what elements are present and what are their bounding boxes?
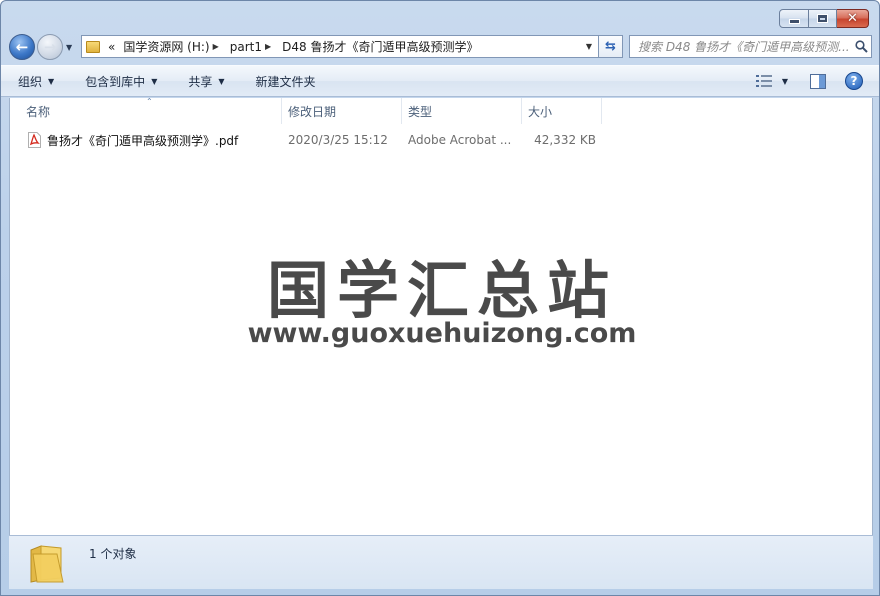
chevron-down-icon: ▼ <box>48 76 55 86</box>
folder-icon <box>86 40 100 53</box>
breadcrumb-label: D48 鲁扬才《奇门遁甲高级预测学》 <box>282 40 479 54</box>
column-header-type[interactable]: 类型 <box>402 98 522 124</box>
breadcrumb-current-folder[interactable]: D48 鲁扬才《奇门遁甲高级预测学》 <box>278 36 482 57</box>
maximize-button[interactable] <box>809 9 837 28</box>
address-history-dropdown[interactable]: ▼ <box>580 42 598 51</box>
back-arrow-icon: ← <box>15 38 29 56</box>
details-pane: 1 个对象 <box>9 535 873 589</box>
breadcrumb-drive[interactable]: 国学资源网 (H:) ▶ <box>119 36 225 57</box>
share-label: 共享 <box>188 74 213 89</box>
search-icon[interactable] <box>851 40 871 53</box>
details-view-icon <box>756 75 772 87</box>
close-button[interactable]: ✕ <box>837 9 869 28</box>
file-date-cell: 2020/3/25 15:12 <box>288 133 388 147</box>
file-name-cell[interactable]: 鲁扬才《奇门遁甲高级预测学》.pdf <box>10 132 282 149</box>
chevron-right-icon[interactable]: ▶ <box>262 42 274 51</box>
explorer-window: ✕ ← → ▼ « 国学资源网 (H:) ▶ part1 ▶ D48 鲁扬才《奇门遁… <box>0 0 880 596</box>
help-icon: ? <box>845 72 863 90</box>
refresh-icon: ⇆ <box>605 39 616 54</box>
column-label: 名称 <box>26 104 51 119</box>
organize-menu[interactable]: 组织 ▼ <box>1 66 63 96</box>
search-input[interactable]: 搜索 D48 鲁扬才《奇门遁甲高级预测... <box>638 38 851 55</box>
recent-pages-dropdown[interactable]: ▼ <box>66 43 72 52</box>
address-bar[interactable]: « 国学资源网 (H:) ▶ part1 ▶ D48 鲁扬才《奇门遁甲高级预测学》 … <box>81 35 599 58</box>
preview-pane-icon <box>810 73 826 89</box>
help-button[interactable]: ? <box>841 69 867 93</box>
forward-button[interactable]: → <box>37 34 63 60</box>
minimize-button[interactable] <box>779 9 809 28</box>
include-in-library-menu[interactable]: 包含到库中 ▼ <box>63 66 166 96</box>
organize-label: 组织 <box>18 74 43 89</box>
new-folder-button[interactable]: 新建文件夹 <box>234 66 325 96</box>
watermark-title: 国学汇总站 <box>266 254 617 327</box>
close-icon: ✕ <box>847 11 858 26</box>
column-label: 类型 <box>408 104 433 119</box>
column-label: 修改日期 <box>288 104 337 119</box>
file-type-cell: Adobe Acrobat ... <box>408 133 512 147</box>
column-header-name[interactable]: 名称 ⌃ <box>10 98 282 124</box>
search-box[interactable]: 搜索 D48 鲁扬才《奇门遁甲高级预测... <box>629 35 872 58</box>
file-row[interactable]: 鲁扬才《奇门遁甲高级预测学》.pdf 2020/3/25 15:12 Adobe… <box>10 129 602 151</box>
chevron-right-icon[interactable]: ▶ <box>210 42 222 51</box>
folder-icon <box>30 545 64 583</box>
maximize-icon <box>818 15 827 22</box>
breadcrumb-overflow[interactable]: « <box>104 36 119 57</box>
file-name: 鲁扬才《奇门遁甲高级预测学》.pdf <box>47 133 239 148</box>
change-view-button[interactable] <box>751 69 777 93</box>
forward-arrow-icon: → <box>43 38 57 56</box>
chevron-down-icon: ▼ <box>218 76 225 86</box>
command-bar: 组织 ▼ 包含到库中 ▼ 共享 ▼ 新建文件夹 ▼ ? <box>1 65 879 97</box>
navigation-buttons: ← → ▼ <box>9 34 72 60</box>
item-count: 1 个对象 <box>89 547 137 561</box>
watermark-url: www.guoxuehuizong.com <box>247 318 637 349</box>
column-headers: 名称 ⌃ 修改日期 类型 大小 <box>10 98 872 124</box>
column-header-size[interactable]: 大小 <box>522 98 602 124</box>
refresh-button[interactable]: ⇆ <box>599 35 623 58</box>
file-list-pane[interactable]: 名称 ⌃ 修改日期 类型 大小 鲁扬才《奇门遁甲高级预测学》.pdf 2020/3… <box>9 98 873 535</box>
share-menu[interactable]: 共享 ▼ <box>166 66 233 96</box>
view-controls: ▼ ? <box>745 66 879 96</box>
include-library-label: 包含到库中 <box>85 74 146 89</box>
new-folder-label: 新建文件夹 <box>255 74 316 89</box>
breadcrumb-label: part1 <box>229 39 262 54</box>
back-button[interactable]: ← <box>9 34 35 60</box>
preview-pane-button[interactable] <box>805 69 831 93</box>
caption-buttons: ✕ <box>779 9 869 28</box>
minimize-icon <box>788 18 800 24</box>
file-size-cell: 42,332 KB <box>534 133 596 147</box>
column-label: 大小 <box>528 104 553 119</box>
column-header-date[interactable]: 修改日期 <box>282 98 402 124</box>
view-options-dropdown[interactable]: ▼ <box>777 69 793 93</box>
chevron-down-icon: ▼ <box>151 76 158 86</box>
breadcrumb-label: 国学资源网 (H:) <box>123 40 210 54</box>
breadcrumb-part1[interactable]: part1 ▶ <box>226 36 278 57</box>
pdf-icon <box>28 132 41 148</box>
sort-ascending-icon: ⌃ <box>146 97 153 106</box>
